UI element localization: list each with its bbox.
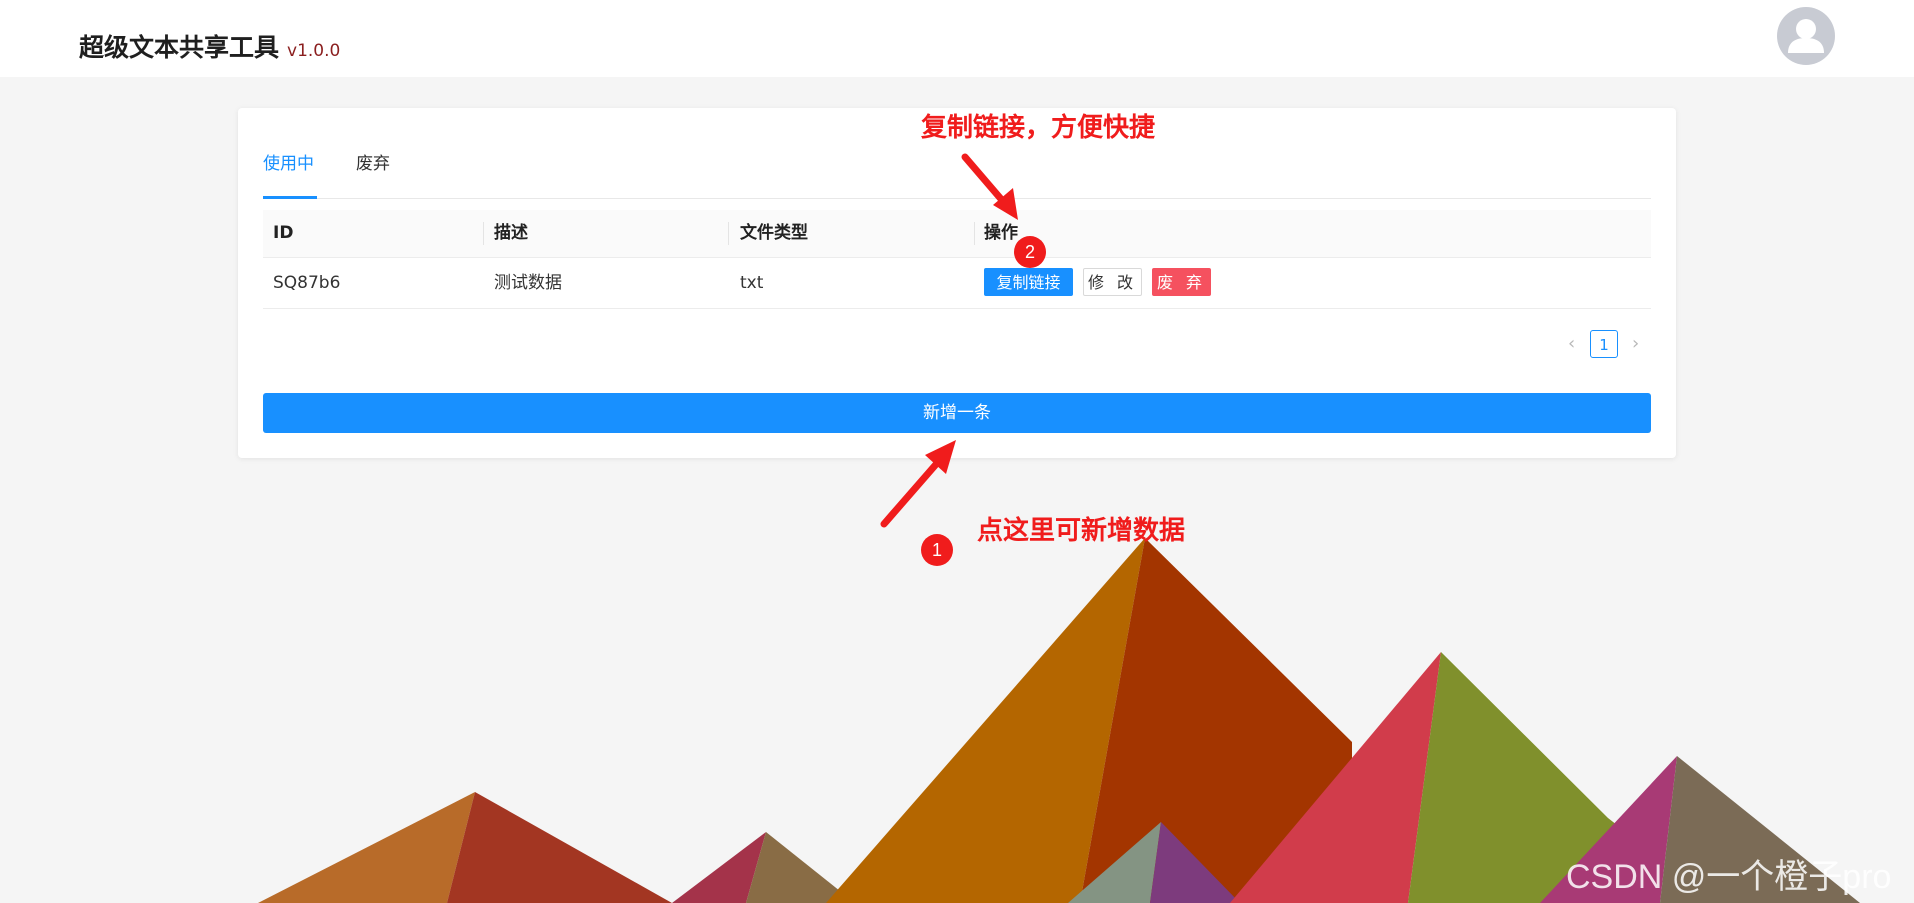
app-version: v1.0.0: [287, 41, 341, 61]
tab-in-use[interactable]: 使用中: [263, 150, 317, 199]
cell-id: SQ87b6: [273, 273, 341, 293]
app-title-text: 超级文本共享工具: [79, 33, 280, 62]
annotation-badge-2: 2: [1014, 236, 1046, 268]
column-header-description: 描述: [494, 223, 528, 243]
watermark: CSDN @一个橙子pro: [1566, 858, 1892, 896]
edit-button[interactable]: 修 改: [1083, 268, 1142, 296]
pagination: ‹ 1 ›: [1562, 330, 1652, 360]
column-divider: [974, 222, 975, 245]
tab-discarded[interactable]: 废弃: [356, 150, 396, 196]
app-title: 超级文本共享工具 v1.0.0: [79, 28, 340, 64]
cell-description: 测试数据: [494, 273, 562, 293]
column-header-id: ID: [273, 223, 294, 243]
table-header: ID 描述 文件类型 操作: [263, 210, 1651, 258]
top-header: 超级文本共享工具 v1.0.0: [0, 0, 1914, 77]
column-divider: [483, 222, 484, 245]
add-new-button[interactable]: 新增一条: [263, 393, 1651, 433]
cell-file-type: txt: [740, 273, 764, 293]
page-number-current[interactable]: 1: [1590, 330, 1618, 358]
abandon-button[interactable]: 废 弃: [1152, 268, 1211, 296]
chevron-right-icon[interactable]: ›: [1632, 333, 1639, 354]
user-avatar-icon[interactable]: [1777, 7, 1835, 65]
column-header-file-type: 文件类型: [740, 223, 808, 243]
annotation-badge-1: 1: [921, 534, 953, 566]
records-table: ID 描述 文件类型 操作 SQ87b6 测试数据 txt 复制链接 修 改 废…: [263, 210, 1651, 309]
column-divider: [728, 222, 729, 245]
status-tabs: 使用中 废弃: [263, 150, 1651, 199]
table-row: SQ87b6 测试数据 txt 复制链接 修 改 废 弃: [263, 258, 1651, 309]
chevron-left-icon[interactable]: ‹: [1568, 333, 1575, 354]
main-card: 使用中 废弃 ID 描述 文件类型 操作 SQ87b6 测试数据 txt 复制链…: [238, 108, 1676, 458]
annotation-add-data: 点这里可新增数据: [977, 516, 1186, 546]
copy-link-button[interactable]: 复制链接: [984, 268, 1073, 296]
annotation-copy-link: 复制链接，方便快捷: [921, 113, 1156, 143]
column-header-actions: 操作: [984, 223, 1018, 243]
